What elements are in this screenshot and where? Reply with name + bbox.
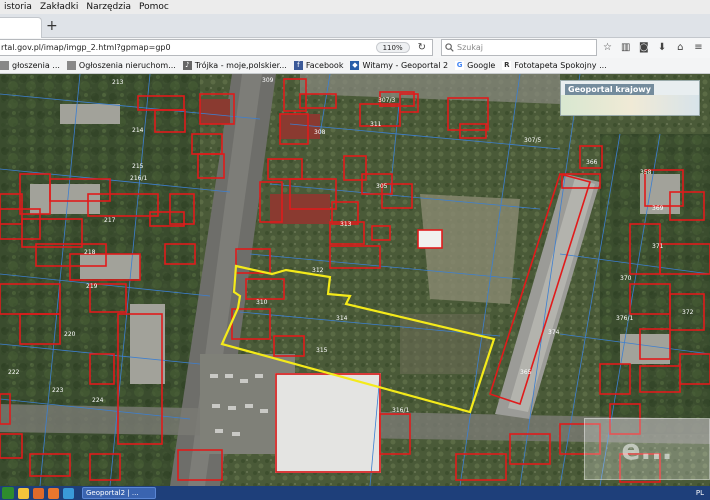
parcel-label: 307/3 — [378, 97, 395, 104]
firefox-icon[interactable] — [48, 487, 59, 499]
bookmark-label: Ogłoszenia nieruchom... — [78, 61, 176, 70]
tab-active[interactable] — [0, 17, 42, 38]
parcel-label: 311 — [370, 121, 382, 128]
media-icon[interactable] — [33, 487, 44, 499]
bookmark-item[interactable]: R Fototapeta Spokojny ... — [502, 61, 607, 70]
minimap-title: Geoportal krajowy — [565, 84, 654, 95]
search-box[interactable]: Szukaj — [441, 39, 597, 56]
bookmark-item[interactable]: ◆ Witamy - Geoportal 2 — [350, 61, 448, 70]
parcel-label: 218 — [84, 249, 96, 256]
menu-bar: istoria Zakładki Narzędzia Pomoc — [0, 0, 710, 14]
bookmark-label: Google — [467, 61, 496, 70]
watermark-logo: e... — [584, 418, 710, 480]
zoom-indicator[interactable]: 110% — [375, 42, 410, 53]
parcel-label: 307/5 — [524, 137, 541, 144]
bookmark-label: głoszenia ... — [12, 61, 60, 70]
bookmark-item[interactable]: f Facebook — [293, 61, 344, 70]
parcel-label: 371 — [652, 243, 664, 250]
parcel-label: 316/1 — [392, 407, 409, 414]
facebook-icon: f — [293, 61, 303, 70]
parcel-label: 312 — [312, 267, 324, 274]
taskbar-task-firefox[interactable]: Geoportal2 | ... — [82, 487, 156, 499]
bookmark-item[interactable]: Ogłoszenia nieruchom... — [66, 61, 176, 70]
url-text[interactable]: rtal.gov.pl/imap/imgp_2.html?gpmap=gp0 — [0, 43, 376, 52]
bookmark-item[interactable]: G Google — [455, 61, 495, 70]
download-icon[interactable]: ⬇ — [656, 42, 669, 54]
bookmarks-bar: głoszenia ... Ogłoszenia nieruchom... ♪ T… — [0, 58, 710, 74]
minimap-canvas[interactable] — [561, 95, 699, 115]
parcel-label: 315 — [316, 347, 328, 354]
menu-tools[interactable]: Narzędzia — [82, 2, 135, 12]
reload-icon[interactable]: ↻ — [418, 42, 426, 53]
new-tab-button[interactable]: + — [46, 19, 58, 33]
parcel-label: 310 — [256, 299, 268, 306]
parcel-label: 372 — [682, 309, 694, 316]
parcel-label: 313 — [340, 221, 352, 228]
tab-strip: + — [0, 14, 710, 38]
geoportal-icon: ◆ — [350, 61, 360, 70]
radio-icon: ♪ — [182, 61, 192, 70]
explorer-icon[interactable] — [18, 487, 29, 499]
parcel-label: 217 — [104, 217, 116, 224]
bookmark-item[interactable]: głoszenia ... — [0, 61, 60, 70]
search-icon — [445, 43, 454, 52]
hamburger-menu-icon[interactable]: ≡ — [692, 42, 705, 54]
parcel-label: 215 — [132, 163, 144, 170]
os-taskbar: Geoportal2 | ... PL — [0, 486, 710, 500]
star-icon[interactable]: ☆ — [601, 42, 614, 54]
toolbar-icons: ☆ ▥ ◙ ⬇ ⌂ ≡ — [601, 41, 709, 55]
bookmark-label: Witamy - Geoportal 2 — [362, 61, 449, 70]
bookmark-label: Facebook — [305, 61, 344, 70]
watermark-text: e... — [621, 432, 673, 466]
menu-history[interactable]: istoria — [0, 2, 36, 12]
overview-minimap[interactable]: Geoportal krajowy — [560, 80, 700, 116]
navigation-bar: rtal.gov.pl/imap/imgp_2.html?gpmap=gp0 1… — [0, 38, 710, 58]
app-icon[interactable] — [63, 487, 74, 499]
r-icon: R — [502, 61, 512, 70]
parcel-label: 309 — [262, 77, 274, 84]
parcel-label: 370 — [620, 275, 632, 282]
start-button[interactable] — [2, 487, 14, 499]
parcel-label: 216/1 — [130, 175, 147, 182]
parcel-label: 220 — [64, 331, 76, 338]
parcel-label: 219 — [86, 283, 98, 290]
library-icon[interactable]: ▥ — [619, 42, 632, 54]
parcel-label: 369 — [652, 205, 664, 212]
pocket-icon[interactable]: ◙ — [637, 42, 650, 54]
bookmark-label: Trójka - moje,polskier... — [194, 61, 287, 70]
parcel-label: 314 — [336, 315, 348, 322]
page-icon — [0, 61, 9, 70]
parcel-label: 308 — [314, 129, 326, 136]
language-indicator[interactable]: PL — [696, 489, 704, 497]
parcel-label: 305 — [376, 183, 388, 190]
parcel-label: 214 — [132, 127, 144, 134]
parcel-label: 222 — [8, 369, 20, 376]
parcel-label: 366 — [586, 159, 598, 166]
parcel-label: 374 — [548, 329, 560, 336]
menu-help[interactable]: Pomoc — [135, 2, 173, 12]
parcel-label: 376/1 — [616, 315, 633, 322]
bookmark-item[interactable]: ♪ Trójka - moje,polskier... — [182, 61, 287, 70]
parcel-label: 365 — [520, 369, 532, 376]
menu-bookmarks[interactable]: Zakładki — [36, 2, 82, 12]
parcel-label: 223 — [52, 387, 64, 394]
search-placeholder: Szukaj — [457, 43, 483, 52]
parcel-label: 358 — [640, 169, 652, 176]
bookmark-label: Fototapeta Spokojny ... — [514, 61, 607, 70]
parcel-label: 224 — [92, 397, 104, 404]
parcel-label: 213 — [112, 79, 124, 86]
google-icon: G — [455, 61, 465, 70]
home-icon[interactable]: ⌂ — [674, 42, 687, 54]
page-icon — [66, 61, 76, 70]
url-bar[interactable]: rtal.gov.pl/imap/imgp_2.html?gpmap=gp0 1… — [0, 39, 433, 56]
